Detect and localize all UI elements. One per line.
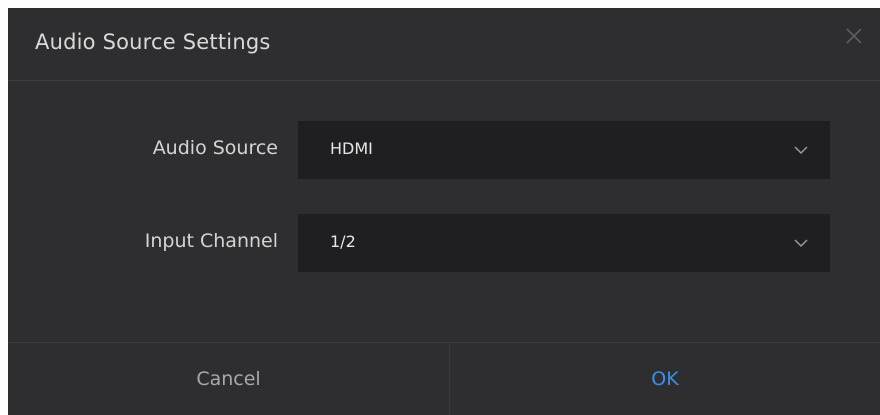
close-icon — [846, 28, 862, 44]
cancel-button[interactable]: Cancel — [8, 343, 450, 415]
chevron-down-icon — [794, 145, 808, 155]
dialog-title: Audio Source Settings — [35, 30, 271, 54]
input-channel-label: Input Channel — [144, 230, 278, 252]
audio-source-select[interactable]: HDMI — [298, 121, 830, 179]
audio-source-value: HDMI — [330, 139, 373, 158]
dialog-footer: Cancel OK — [8, 342, 880, 415]
ok-button[interactable]: OK — [450, 343, 880, 415]
audio-source-label: Audio Source — [152, 137, 278, 159]
input-channel-select[interactable]: 1/2 — [298, 214, 830, 272]
dialog-header: Audio Source Settings — [8, 8, 880, 81]
audio-source-settings-dialog: Audio Source Settings Audio Source HDMI … — [8, 8, 880, 415]
close-button[interactable] — [840, 22, 868, 50]
input-channel-value: 1/2 — [330, 232, 356, 251]
chevron-down-icon — [794, 238, 808, 248]
